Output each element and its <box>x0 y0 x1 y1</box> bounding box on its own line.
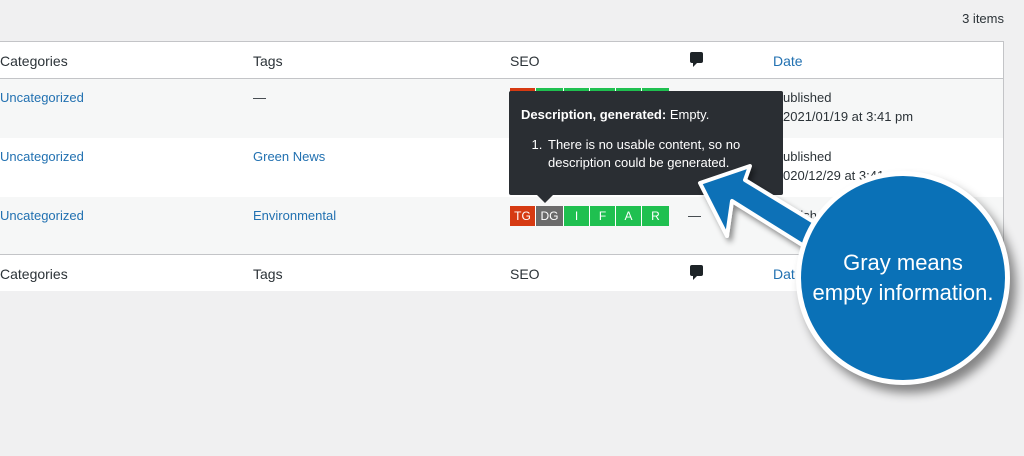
callout-bubble: Gray means empty information. <box>796 171 1010 385</box>
